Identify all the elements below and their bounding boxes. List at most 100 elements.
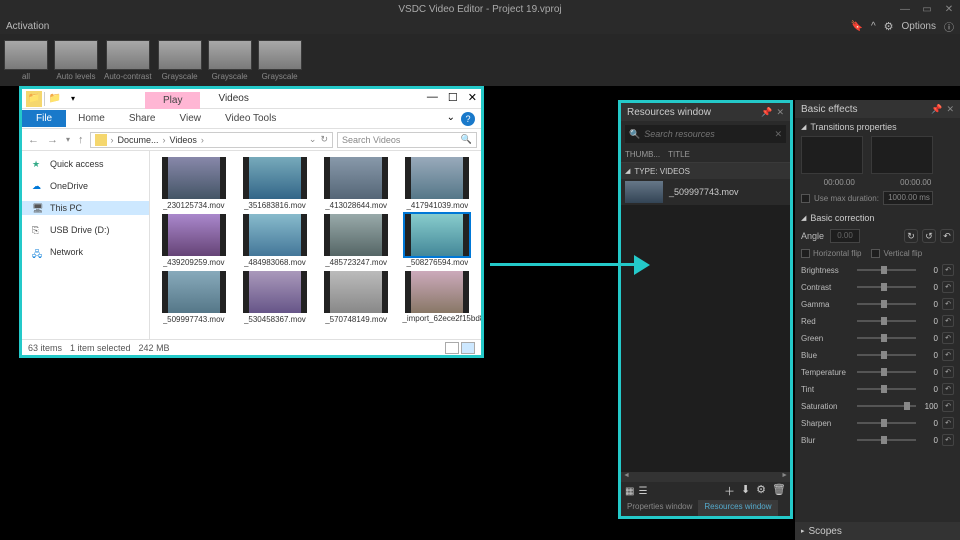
- slider-red[interactable]: Red0↶: [801, 315, 954, 327]
- file-item[interactable]: _import_62ece2f15bd893.04205356: [400, 271, 475, 324]
- slider-gamma[interactable]: Gamma0↶: [801, 298, 954, 310]
- refresh-icon[interactable]: ↻: [320, 134, 328, 145]
- reset-icon[interactable]: ↶: [942, 281, 954, 293]
- rotate-cw-icon[interactable]: ↻: [904, 229, 918, 243]
- resource-item[interactable]: _509997743.mov: [621, 179, 790, 205]
- close-icon[interactable]: ✕: [776, 107, 784, 118]
- slider-contrast[interactable]: Contrast0↶: [801, 281, 954, 293]
- history-dropdown[interactable]: ▾: [64, 135, 72, 144]
- basic-correction-section[interactable]: ◢Basic correction: [801, 213, 954, 223]
- slider-brightness[interactable]: Brightness0↶: [801, 264, 954, 276]
- hflip-checkbox[interactable]: [801, 249, 810, 258]
- reset-icon[interactable]: ↶: [942, 349, 954, 361]
- slider-blur[interactable]: Blur0↶: [801, 434, 954, 446]
- forward-button[interactable]: →: [45, 134, 60, 146]
- resources-type-group[interactable]: ◢ TYPE: VIDEOS: [621, 163, 790, 179]
- reset-icon[interactable]: ↶: [942, 366, 954, 378]
- filter-autolevels[interactable]: Auto levels: [54, 40, 98, 81]
- reset-rotation-icon[interactable]: ↶: [940, 229, 954, 243]
- nav-this-pc[interactable]: 🖥This PC: [22, 201, 149, 215]
- add-icon[interactable]: ＋: [724, 483, 735, 499]
- filter-grayscale-3[interactable]: Grayscale: [258, 40, 302, 81]
- help-icon[interactable]: ⓘ: [944, 19, 954, 34]
- use-max-checkbox[interactable]: [801, 194, 810, 203]
- slider-green[interactable]: Green0↶: [801, 332, 954, 344]
- address-bar[interactable]: › Docume... › Videos › ⌄ ↻: [90, 132, 333, 148]
- nav-quick-access[interactable]: ★Quick access: [22, 157, 149, 171]
- scopes-panel-header[interactable]: ▸Scopes: [795, 522, 960, 540]
- folder-icon[interactable]: 📁: [26, 91, 42, 107]
- bookmark-icon[interactable]: 🔖: [851, 21, 863, 32]
- reset-icon[interactable]: ↶: [942, 298, 954, 310]
- resources-hscroll[interactable]: ◄►: [621, 472, 790, 482]
- file-item[interactable]: _570748149.mov: [319, 271, 394, 324]
- icons-view-icon[interactable]: [461, 342, 475, 354]
- explorer-search[interactable]: Search Videos 🔍: [337, 132, 477, 148]
- delete-icon[interactable]: 🗑: [772, 483, 786, 499]
- download-icon[interactable]: ⬇: [741, 483, 750, 499]
- close-button[interactable]: ✕: [468, 91, 477, 104]
- transition-in[interactable]: [801, 136, 863, 174]
- nav-usb-drive[interactable]: ⎘USB Drive (D:): [22, 223, 149, 237]
- file-item[interactable]: _485723247.mov: [319, 214, 394, 267]
- reset-icon[interactable]: ↶: [942, 417, 954, 429]
- maximize-button[interactable]: ☐: [448, 91, 458, 104]
- reset-icon[interactable]: ↶: [942, 400, 954, 412]
- transition-out[interactable]: [871, 136, 933, 174]
- up-button[interactable]: ↑: [76, 134, 86, 146]
- explorer-files[interactable]: _230125734.mov _351683816.mov _413028644…: [150, 151, 481, 339]
- gear-icon[interactable]: ⚙: [756, 483, 766, 499]
- clear-icon[interactable]: ✕: [774, 129, 782, 140]
- nav-onedrive[interactable]: ☁OneDrive: [22, 179, 149, 193]
- filter-grayscale-2[interactable]: Grayscale: [208, 40, 252, 81]
- ribbon-view[interactable]: View: [168, 110, 214, 127]
- ribbon-video-tools[interactable]: Video Tools: [213, 110, 288, 127]
- folder-icon[interactable]: 📁: [47, 91, 63, 107]
- file-item[interactable]: _439209259.mov: [156, 214, 231, 267]
- resources-search[interactable]: 🔍 ✕: [625, 125, 786, 143]
- reset-icon[interactable]: ↶: [942, 264, 954, 276]
- pin-icon[interactable]: 📌: [931, 104, 942, 115]
- slider-saturation[interactable]: Saturation100↶: [801, 400, 954, 412]
- minimize-button[interactable]: —: [427, 91, 438, 104]
- activation-label[interactable]: Activation: [6, 21, 49, 32]
- file-item[interactable]: _484983068.mov: [237, 214, 312, 267]
- ribbon-share[interactable]: Share: [117, 110, 168, 127]
- ribbon-home[interactable]: Home: [66, 110, 117, 127]
- gear-icon[interactable]: ⚙: [884, 20, 894, 33]
- reset-icon[interactable]: ↶: [942, 383, 954, 395]
- minimize-button[interactable]: —: [894, 0, 916, 18]
- max-duration-input[interactable]: 1000.00 ms: [883, 191, 933, 205]
- qat-dropdown[interactable]: ▾: [65, 91, 81, 107]
- list-view-icon[interactable]: ▦: [625, 486, 634, 497]
- file-item[interactable]: _230125734.mov: [156, 157, 231, 210]
- file-item[interactable]: _530458367.mov: [237, 271, 312, 324]
- file-item[interactable]: _351683816.mov: [237, 157, 312, 210]
- ribbon-file[interactable]: File: [22, 110, 66, 127]
- slider-blue[interactable]: Blue0↶: [801, 349, 954, 361]
- details-view-icon[interactable]: [445, 342, 459, 354]
- help-icon[interactable]: ?: [461, 112, 475, 126]
- ribbon-collapse-icon[interactable]: ⌄: [447, 112, 455, 126]
- file-item[interactable]: _508276594.mov: [400, 214, 475, 267]
- reset-icon[interactable]: ↶: [942, 315, 954, 327]
- transitions-section[interactable]: ◢Transitions properties: [801, 122, 954, 132]
- tab-resources[interactable]: Resources window: [698, 500, 777, 516]
- options-label[interactable]: Options: [902, 21, 936, 32]
- reset-icon[interactable]: ↶: [942, 434, 954, 446]
- chevron-icon[interactable]: ^: [871, 21, 876, 32]
- resources-search-input[interactable]: [644, 129, 770, 139]
- vflip-checkbox[interactable]: [871, 249, 880, 258]
- filter-autocontrast[interactable]: Auto-contrast: [104, 40, 152, 81]
- filter-all[interactable]: all: [4, 40, 48, 81]
- filter-grayscale-1[interactable]: Grayscale: [158, 40, 202, 81]
- maximize-button[interactable]: ▭: [916, 0, 938, 18]
- back-button[interactable]: ←: [26, 134, 41, 146]
- close-button[interactable]: ✕: [938, 0, 960, 18]
- reset-icon[interactable]: ↶: [942, 332, 954, 344]
- slider-tint[interactable]: Tint0↶: [801, 383, 954, 395]
- rotate-ccw-icon[interactable]: ↺: [922, 229, 936, 243]
- tree-view-icon[interactable]: ☰: [638, 486, 647, 497]
- close-icon[interactable]: ✕: [946, 104, 954, 115]
- file-item[interactable]: _413028644.mov: [319, 157, 394, 210]
